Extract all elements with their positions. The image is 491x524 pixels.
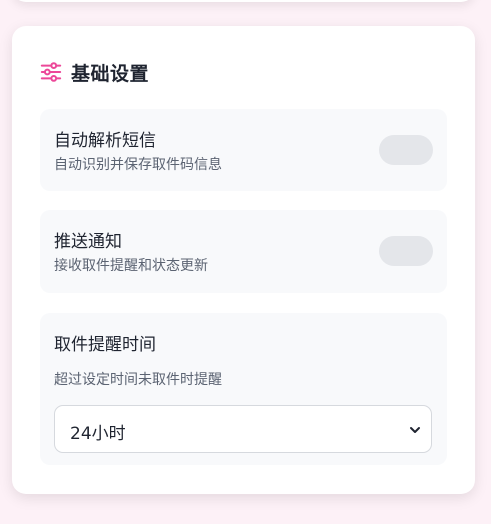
section-title: 基础设置 [71,62,150,85]
reminder-time-select[interactable]: 24小时 [54,405,432,453]
setting-pickup-reminder-time: 取件提醒时间 超过设定时间未取件时提醒 24小时 [40,313,447,465]
previous-card [12,0,475,2]
setting-label: 取件提醒时间 [54,335,156,355]
setting-auto-parse-sms: 自动解析短信 自动识别并保存取件码信息 [40,109,447,191]
card-header: 基础设置 [40,59,149,85]
setting-description: 接收取件提醒和状态更新 [54,258,208,274]
setting-label: 推送通知 [54,232,122,252]
sliders-icon [40,62,62,82]
chevron-down-icon [410,427,420,433]
push-notification-toggle[interactable] [379,236,433,266]
reminder-time-selected-value: 24小时 [70,424,126,444]
setting-description: 自动识别并保存取件码信息 [54,157,222,173]
setting-description: 超过设定时间未取件时提醒 [54,372,222,388]
basic-settings-card: 基础设置 自动解析短信 自动识别并保存取件码信息 推送通知 接收取件提醒和状态更… [12,26,475,494]
auto-parse-sms-toggle[interactable] [379,135,433,165]
setting-push-notification: 推送通知 接收取件提醒和状态更新 [40,210,447,293]
setting-label: 自动解析短信 [54,131,156,151]
